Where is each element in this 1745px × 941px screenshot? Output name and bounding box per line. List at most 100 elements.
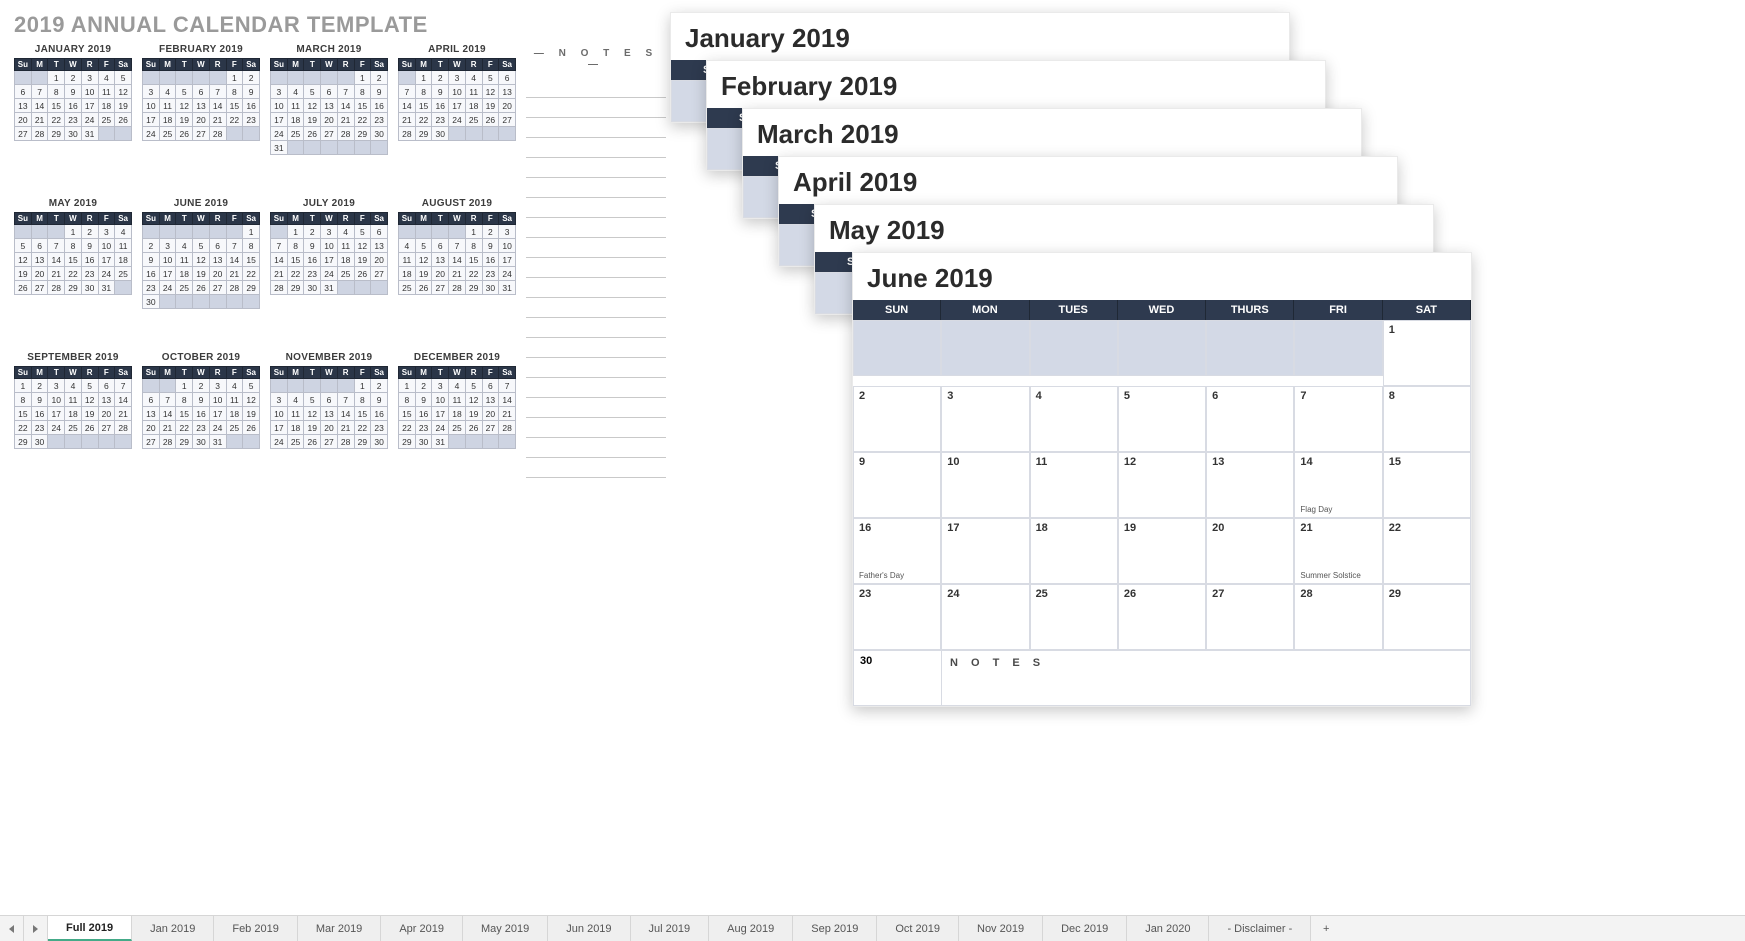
notes-line[interactable]	[526, 98, 666, 118]
notes-line[interactable]	[526, 158, 666, 178]
notes-line[interactable]	[526, 278, 666, 298]
day-header: WED	[1118, 300, 1206, 320]
sheet-tab[interactable]: Oct 2019	[877, 916, 959, 941]
mini-calendar: DECEMBER 2019SuMTWRFSa123456789101112131…	[398, 352, 516, 478]
calendar-cell[interactable]	[1294, 320, 1382, 376]
sheet-tab[interactable]: Aug 2019	[709, 916, 793, 941]
mini-calendar-title: NOVEMBER 2019	[270, 352, 388, 363]
mini-calendar: NOVEMBER 2019SuMTWRFSa123456789101112131…	[270, 352, 388, 478]
calendar-cell[interactable]: 19	[1118, 518, 1206, 584]
notes-line[interactable]	[526, 358, 666, 378]
calendar-cell[interactable]	[853, 320, 941, 376]
sheet-tab[interactable]: Apr 2019	[381, 916, 463, 941]
sheet-tab[interactable]: Sep 2019	[793, 916, 877, 941]
notes-line[interactable]	[526, 258, 666, 278]
calendar-cell[interactable]: 23	[853, 584, 941, 650]
notes-heading: — N O T E S —	[526, 48, 666, 70]
calendar-cell[interactable]: 10	[941, 452, 1029, 518]
calendar-cell[interactable]: 2	[853, 386, 941, 452]
sheet-tab[interactable]: Nov 2019	[959, 916, 1043, 941]
calendar-cell[interactable]: 30	[854, 651, 942, 705]
calendar-cell[interactable]: 20	[1206, 518, 1294, 584]
notes-line[interactable]	[526, 118, 666, 138]
month-sheet-june: June 2019SUNMONTUESWEDTHURSFRISAT1234567…	[852, 252, 1472, 707]
sheet-tab[interactable]: Jul 2019	[631, 916, 710, 941]
mini-calendar: OCTOBER 2019SuMTWRFSa1234567891011121314…	[142, 352, 260, 478]
calendar-cell[interactable]: 5	[1118, 386, 1206, 452]
sheet-tab[interactable]: Dec 2019	[1043, 916, 1127, 941]
sheet-tab[interactable]: Mar 2019	[298, 916, 381, 941]
notes-line[interactable]	[526, 238, 666, 258]
calendar-cell[interactable]: 13	[1206, 452, 1294, 518]
monthly-sheet-stack: January 2019SUNMONTUESWEDTHURSFRISATFebr…	[660, 0, 1740, 900]
day-header: MON	[941, 300, 1029, 320]
calendar-cell[interactable]: 25	[1030, 584, 1118, 650]
sheet-tab[interactable]: Jan 2020	[1127, 916, 1209, 941]
day-header: FRI	[1294, 300, 1382, 320]
sheet-tab[interactable]: Jan 2019	[132, 916, 214, 941]
notes-line[interactable]	[526, 438, 666, 458]
sheet-tab[interactable]: May 2019	[463, 916, 548, 941]
calendar-cell[interactable]	[941, 320, 1029, 376]
calendar-cell[interactable]: 17	[941, 518, 1029, 584]
calendar-cell[interactable]: 28	[1294, 584, 1382, 650]
mini-calendar: JANUARY 2019SuMTWRFSa1234567891011121314…	[14, 44, 132, 184]
calendar-cell[interactable]: 9	[853, 452, 941, 518]
calendar-cell[interactable]	[1206, 320, 1294, 376]
calendar-cell[interactable]: 29	[1383, 584, 1471, 650]
notes-line[interactable]	[526, 418, 666, 438]
calendar-cell[interactable]	[1030, 320, 1118, 376]
notes-line[interactable]	[526, 338, 666, 358]
notes-line[interactable]	[526, 78, 666, 98]
calendar-cell[interactable]: 15	[1383, 452, 1471, 518]
mini-calendar-title: JULY 2019	[270, 198, 388, 209]
mini-calendar: FEBRUARY 2019SuMTWRFSa123456789101112131…	[142, 44, 260, 184]
calendar-cell[interactable]: 3	[941, 386, 1029, 452]
notes-line[interactable]	[526, 398, 666, 418]
sheet-tab[interactable]: Jun 2019	[548, 916, 630, 941]
calendar-cell[interactable]: 8	[1383, 386, 1471, 452]
tab-nav-prev[interactable]	[0, 916, 24, 941]
calendar-cell[interactable]: 18	[1030, 518, 1118, 584]
mini-calendar: MAY 2019SuMTWRFSa12345678910111213141516…	[14, 198, 132, 338]
notes-line[interactable]	[526, 378, 666, 398]
calendar-cell[interactable]: 24	[941, 584, 1029, 650]
notes-line[interactable]	[526, 218, 666, 238]
sheet-tab[interactable]: Feb 2019	[214, 916, 297, 941]
calendar-cell[interactable]: 22	[1383, 518, 1471, 584]
add-sheet-button[interactable]: +	[1311, 916, 1341, 941]
calendar-event: Father's Day	[859, 571, 904, 580]
notes-line[interactable]	[526, 458, 666, 478]
calendar-cell[interactable]: 16Father's Day	[853, 518, 941, 584]
notes-line[interactable]	[526, 178, 666, 198]
chevron-left-icon	[9, 925, 14, 933]
calendar-cell[interactable]: 14Flag Day	[1294, 452, 1382, 518]
calendar-cell[interactable]: 7	[1294, 386, 1382, 452]
notes-line[interactable]	[526, 318, 666, 338]
sheet-tab[interactable]: Full 2019	[48, 916, 132, 941]
notes-line[interactable]	[526, 138, 666, 158]
calendar-cell[interactable]: 4	[1030, 386, 1118, 452]
sheet-tab[interactable]: - Disclaimer -	[1209, 916, 1311, 941]
calendar-cell[interactable]	[1118, 320, 1206, 376]
month-sheet-title: June 2019	[853, 253, 1471, 300]
calendar-cell[interactable]: 26	[1118, 584, 1206, 650]
mini-calendar-title: APRIL 2019	[398, 44, 516, 55]
mini-calendar-title: AUGUST 2019	[398, 198, 516, 209]
calendar-cell[interactable]: 12	[1118, 452, 1206, 518]
calendar-cell[interactable]: 6	[1206, 386, 1294, 452]
calendar-cell[interactable]: 1	[1383, 320, 1471, 386]
notes-line[interactable]	[526, 298, 666, 318]
mini-calendar: JULY 2019SuMTWRFSa1234567891011121314151…	[270, 198, 388, 338]
day-header: THURS	[1206, 300, 1294, 320]
mini-calendar-title: DECEMBER 2019	[398, 352, 516, 363]
sheet-tab-bar: Full 2019Jan 2019Feb 2019Mar 2019Apr 201…	[0, 915, 1745, 941]
mini-calendar-title: SEPTEMBER 2019	[14, 352, 132, 363]
calendar-cell[interactable]: 21Summer Solstice	[1294, 518, 1382, 584]
notes-line[interactable]	[526, 198, 666, 218]
calendar-cell[interactable]: 11	[1030, 452, 1118, 518]
calendar-cell[interactable]: 27	[1206, 584, 1294, 650]
mini-calendar-title: MAY 2019	[14, 198, 132, 209]
tab-nav-next[interactable]	[24, 916, 48, 941]
notes-column: — N O T E S —	[526, 44, 666, 478]
